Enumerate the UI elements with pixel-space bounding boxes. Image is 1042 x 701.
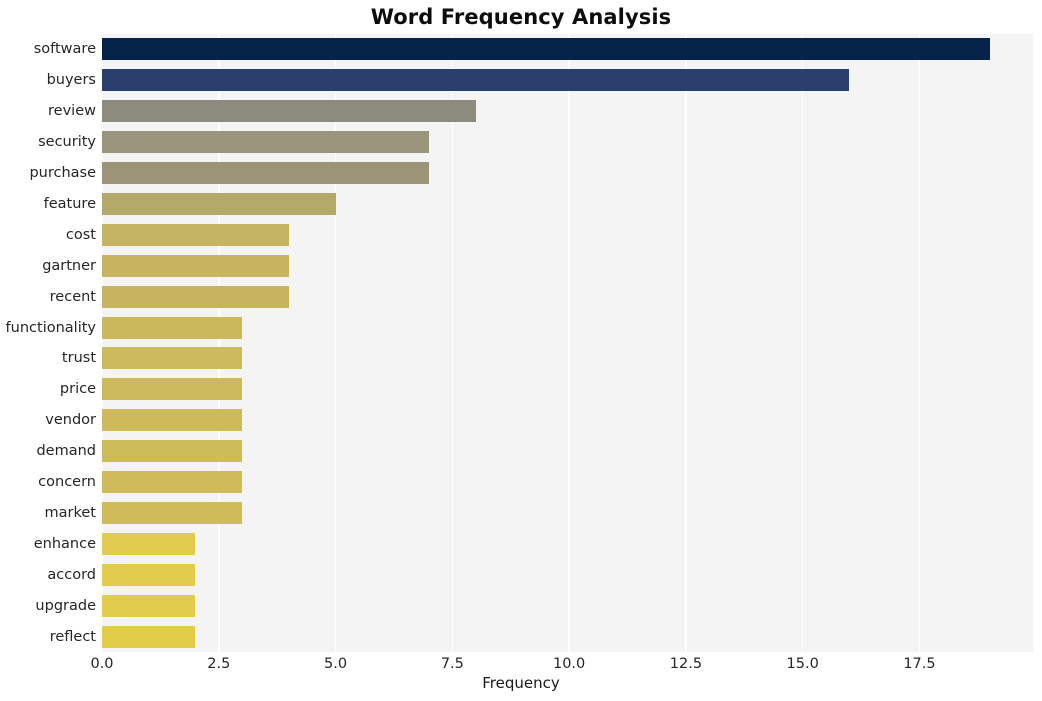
y-tick-label: concern — [38, 473, 96, 490]
bar — [102, 409, 243, 432]
bar — [102, 347, 243, 370]
y-tick-label: demand — [36, 442, 96, 459]
y-tick-label: functionality — [5, 319, 96, 336]
y-tick-label: market — [44, 504, 96, 521]
bar — [102, 223, 289, 246]
bars-layer — [102, 34, 1033, 652]
bar — [102, 38, 990, 61]
y-tick-label: accord — [47, 566, 96, 583]
y-tick-label: upgrade — [35, 597, 96, 614]
x-tick-label: 17.5 — [903, 656, 936, 672]
y-tick-label: recent — [49, 288, 96, 305]
y-tick-label: vendor — [45, 412, 96, 428]
y-tick-label: reflect — [49, 628, 96, 645]
y-tick-label: price — [59, 381, 96, 398]
y-tick-label: buyers — [46, 72, 96, 89]
x-tick-label: 15.0 — [786, 656, 819, 672]
y-tick-label: trust — [61, 350, 96, 367]
x-tick-label: 12.5 — [669, 656, 703, 672]
bar — [102, 162, 429, 185]
bar — [102, 594, 196, 617]
x-tick-label: 5.0 — [324, 656, 348, 672]
x-axis-ticks: 0.0 2.5 5.0 7.5 10.0 12.5 15.0 17.5 — [90, 652, 1033, 676]
y-tick-label: feature — [43, 195, 96, 212]
bar — [102, 316, 243, 339]
x-tick-label: 10.0 — [552, 656, 586, 672]
bar — [102, 440, 243, 463]
x-tick-label: 0.0 — [90, 656, 114, 672]
bar — [102, 131, 429, 154]
bar — [102, 532, 196, 555]
x-tick-label: 7.5 — [440, 656, 464, 672]
y-tick-label: software — [33, 41, 96, 58]
x-axis-title: Frequency — [482, 674, 560, 692]
word-frequency-chart: Word Frequency Analysis software buyers re… — [0, 0, 1042, 701]
bar — [102, 254, 289, 277]
bar — [102, 563, 196, 586]
y-tick-label: security — [38, 133, 96, 150]
bar — [102, 625, 196, 648]
y-tick-label: cost — [65, 226, 96, 243]
bar — [102, 378, 243, 401]
y-tick-label: purchase — [29, 164, 96, 181]
y-tick-label: enhance — [33, 535, 96, 552]
y-tick-label: review — [48, 103, 96, 119]
x-tick-label: 2.5 — [207, 656, 231, 672]
plot-area — [102, 34, 1033, 652]
y-tick-label: gartner — [42, 257, 96, 274]
bar — [102, 100, 476, 123]
bar — [102, 471, 243, 494]
bar — [102, 285, 289, 308]
bar — [102, 69, 850, 92]
y-axis-labels: software buyers review security purchase feat… — [0, 34, 96, 652]
bar — [102, 192, 336, 215]
chart-title: Word Frequency Analysis — [370, 5, 672, 29]
bar — [102, 501, 243, 524]
